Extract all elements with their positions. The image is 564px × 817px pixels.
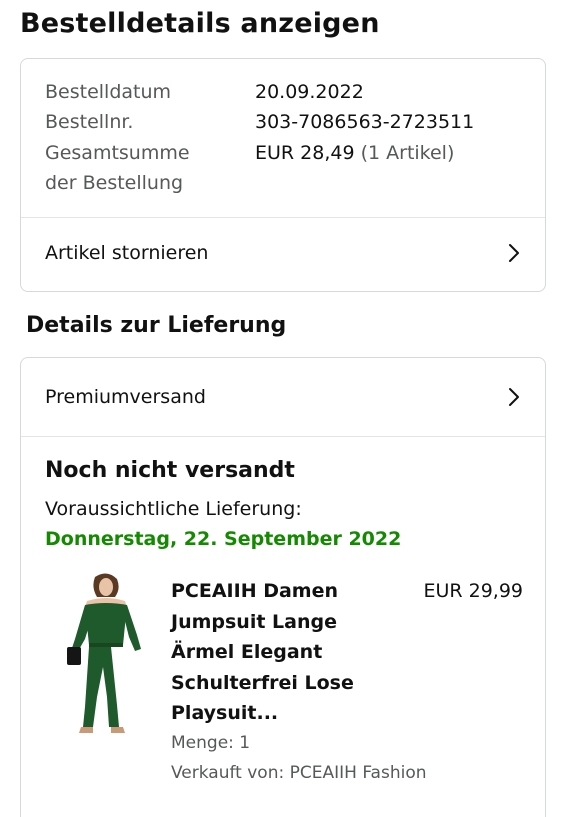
- order-date-label: Bestelldatum: [45, 81, 172, 103]
- order-total-value: EUR 28,49 (1 Artikel): [255, 138, 454, 168]
- delivery-eta-date: Donnerstag, 22. September 2022: [45, 528, 402, 550]
- product-seller: Verkauft von: PCEAIIH Fashion: [171, 763, 427, 783]
- product-title-line: Ärmel Elegant: [171, 641, 323, 663]
- product-title-line: PCEAIIH Damen: [171, 580, 339, 602]
- delivery-section-title: Details zur Lieferung: [26, 313, 287, 338]
- chevron-right-icon: [509, 388, 519, 406]
- product-title-line: Schulterfrei Lose: [171, 671, 354, 694]
- page-title: Bestelldetails anzeigen: [20, 8, 380, 39]
- order-item-count: (1 Artikel): [360, 142, 455, 164]
- cancel-items-row[interactable]: Artikel stornieren: [21, 218, 545, 288]
- shipment-status: Noch nicht versandt: [45, 458, 295, 483]
- cancel-items-label: Artikel stornieren: [45, 242, 209, 264]
- product-price: EUR 29,99: [423, 580, 523, 602]
- product-title[interactable]: PCEAIIH Damen Jumpsuit Lange Ärmel Elega…: [171, 576, 371, 729]
- order-total-label-line2: der Bestellung: [45, 172, 184, 194]
- chevron-right-icon: [509, 244, 519, 262]
- shipping-method-label: Premiumversand: [45, 386, 206, 408]
- product-image[interactable]: [61, 571, 151, 741]
- product-title-line: Playsuit...: [171, 702, 279, 724]
- product-title-line: Jumpsuit Lange: [171, 610, 337, 633]
- order-total-label-line1: Gesamtsumme: [45, 142, 190, 164]
- order-number-value: 303-7086563-2723511: [255, 111, 475, 133]
- order-total-amount: EUR 28,49: [255, 142, 355, 164]
- order-number-label: Bestellnr.: [45, 111, 134, 133]
- delivery-card: Premiumversand Noch nicht versandt Vorau…: [20, 357, 546, 817]
- shipping-method-row[interactable]: Premiumversand: [21, 358, 545, 436]
- divider: [21, 436, 545, 437]
- delivery-eta-label: Voraussichtliche Lieferung:: [45, 498, 302, 520]
- product-quantity: Menge: 1: [171, 733, 251, 753]
- order-date-value: 20.09.2022: [255, 81, 364, 103]
- order-summary-card: Bestelldatum 20.09.2022 Bestellnr. 303-7…: [20, 58, 546, 292]
